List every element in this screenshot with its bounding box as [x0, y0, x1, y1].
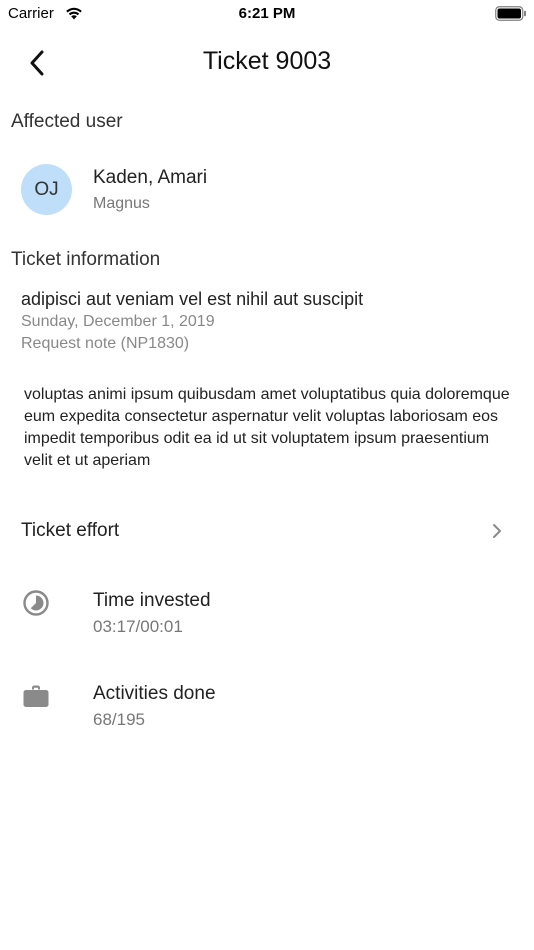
ticket-effort-label: Ticket effort: [21, 520, 120, 541]
chevron-right-icon: [493, 524, 501, 538]
briefcase-icon: [23, 685, 49, 707]
ticket-date: Sunday, December 1, 2019: [21, 313, 215, 330]
status-bar: Carrier 6:21 PM: [0, 0, 534, 28]
timelapse-icon: [23, 590, 49, 616]
user-name: Kaden, Amari: [93, 167, 208, 188]
activities-done-value: 68/195: [93, 710, 145, 729]
ticket-effort-row[interactable]: Ticket effort: [0, 505, 534, 557]
time-invested-label: Time invested: [93, 590, 211, 611]
avatar: OJ: [21, 164, 72, 215]
ticket-description: voluptas animi ipsum quibusdam amet volu…: [24, 386, 510, 469]
nav-bar: Ticket 9003: [0, 38, 534, 88]
avatar-initials: OJ: [34, 178, 59, 200]
ticket-request-note: Request note (NP1830): [21, 335, 190, 352]
ticket-information-header: Ticket information: [11, 249, 161, 270]
time-invested-value: 03:17/00:01: [93, 617, 183, 636]
status-time: 6:21 PM: [238, 5, 296, 22]
user-organization: Magnus: [93, 195, 150, 212]
page-title: Ticket 9003: [202, 47, 332, 75]
affected-user-header: Affected user: [11, 111, 123, 132]
activities-done-label: Activities done: [93, 683, 216, 704]
battery-icon: [495, 6, 526, 21]
ticket-subject: adipisci aut veniam vel est nihil aut su…: [21, 289, 364, 309]
